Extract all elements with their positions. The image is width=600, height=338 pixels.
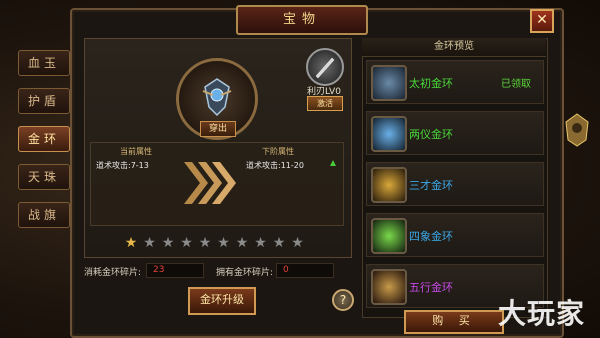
ring-emblem-icon: [202, 78, 232, 117]
star-icon: ★: [291, 235, 304, 251]
star-icon: ★: [161, 235, 175, 251]
ring-item-status: 已领取: [501, 79, 531, 90]
consume-value: 23: [146, 263, 204, 278]
helmet-icon[interactable]: [562, 112, 592, 148]
ring-item[interactable]: 三才金环: [366, 162, 544, 206]
star-icon: ★: [254, 235, 267, 251]
tab-zhanqi[interactable]: 战旗: [18, 202, 70, 228]
own-value: 0: [276, 263, 334, 278]
help-button[interactable]: ?: [332, 289, 354, 311]
own-label: 拥有金环碎片:: [216, 268, 274, 278]
star-icon: ★: [272, 235, 286, 251]
ring-item-name: 太初金环: [409, 77, 453, 90]
current-attr-value: 道术攻击:7-13: [96, 161, 149, 170]
watermark: 大玩家: [498, 297, 586, 330]
star-icon: ★: [124, 235, 138, 251]
ring-icon-5: [371, 269, 407, 305]
consume-label: 消耗金环碎片:: [84, 268, 142, 278]
next-attr-title: 下阶属性: [262, 147, 294, 156]
star-icon: ★: [180, 235, 193, 251]
equip-button[interactable]: 穿出: [200, 121, 236, 137]
ring-item-name: 两仪金环: [409, 128, 453, 141]
activate-button[interactable]: 激活: [307, 96, 343, 111]
blade-icon: [315, 57, 335, 79]
ring-icon-2: [371, 116, 407, 152]
star-rating: ★ ★ ★ ★ ★ ★ ★ ★ ★ ★: [124, 232, 309, 251]
ring-icon-1: [371, 65, 407, 101]
star-icon: ★: [235, 235, 249, 251]
tab-xueyu[interactable]: 血玉: [18, 50, 70, 76]
window-title: 宝物: [236, 5, 368, 35]
upgrade-button[interactable]: 金环升级: [188, 287, 256, 315]
chevron-arrows-icon: [184, 162, 236, 204]
star-icon: ★: [143, 235, 156, 251]
sword-icon[interactable]: [306, 48, 344, 86]
next-attr-value: 道术攻击:11-20: [246, 161, 304, 170]
current-attr-title: 当前属性: [120, 147, 152, 156]
ring-item-name: 三才金环: [409, 179, 453, 192]
close-button[interactable]: ✕: [530, 9, 554, 33]
tab-jinhuan[interactable]: 金环: [18, 126, 70, 152]
ring-icon-4: [371, 218, 407, 254]
ring-item[interactable]: 两仪金环: [366, 111, 544, 155]
star-icon: ★: [217, 235, 230, 251]
ring-item-name: 四象金环: [409, 230, 453, 243]
ring-item[interactable]: 太初金环 已领取: [366, 60, 544, 104]
tab-tianzhu[interactable]: 天珠: [18, 164, 70, 190]
buy-button[interactable]: 购 买: [404, 310, 504, 334]
star-icon: ★: [198, 235, 212, 251]
tab-hudun[interactable]: 护盾: [18, 88, 70, 114]
ring-item-name: 五行金环: [409, 281, 453, 294]
increase-arrow-icon: [330, 160, 336, 166]
ring-item[interactable]: 四象金环: [366, 213, 544, 257]
preview-title: 金环预览: [362, 38, 546, 57]
ring-icon-3: [371, 167, 407, 203]
